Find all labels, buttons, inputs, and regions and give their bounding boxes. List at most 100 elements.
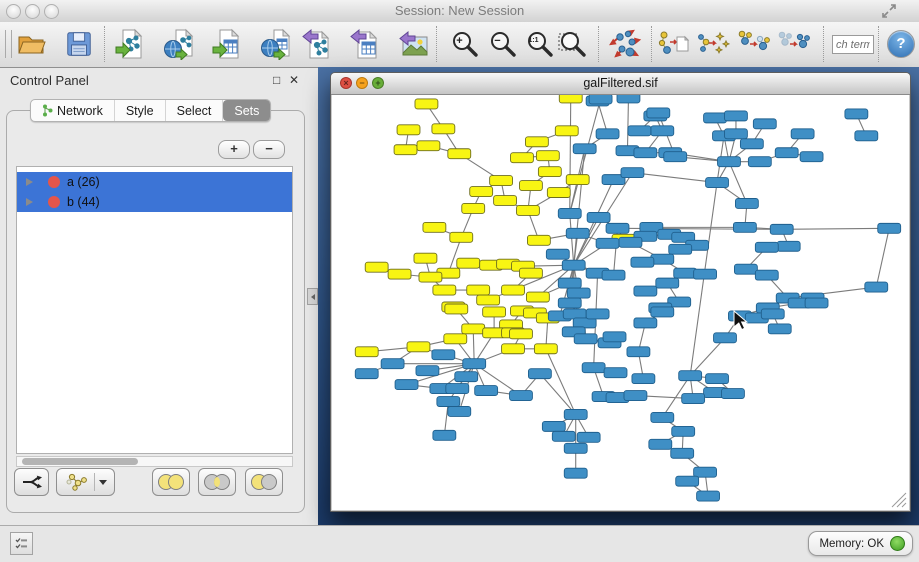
network-node[interactable] — [510, 329, 533, 339]
network-node[interactable] — [477, 295, 500, 305]
network-node[interactable] — [419, 272, 442, 282]
network-node[interactable] — [395, 380, 418, 390]
network-node[interactable] — [669, 244, 692, 254]
network-node[interactable] — [617, 95, 640, 103]
network-node[interactable] — [446, 384, 469, 394]
collapse-panel-handle[interactable] — [307, 288, 318, 305]
network-node[interactable] — [587, 212, 610, 222]
export-image-button[interactable] — [397, 27, 431, 61]
network-edge[interactable] — [540, 374, 576, 415]
network-node[interactable] — [564, 468, 587, 478]
zoom-fit-selected-button[interactable] — [556, 27, 590, 61]
network-node[interactable] — [562, 260, 585, 270]
network-node[interactable] — [694, 269, 717, 279]
network-node[interactable] — [624, 391, 647, 401]
network-node[interactable] — [734, 264, 757, 274]
neighbors-outgoing-button[interactable] — [736, 27, 770, 61]
network-node[interactable] — [573, 144, 596, 154]
network-node[interactable] — [800, 152, 823, 162]
network-node[interactable] — [694, 467, 717, 477]
network-node[interactable] — [855, 131, 878, 141]
union-sets-button[interactable] — [152, 468, 190, 496]
network-node[interactable] — [494, 196, 517, 206]
network-node[interactable] — [388, 269, 411, 279]
add-set-button[interactable]: + — [218, 140, 250, 159]
network-node[interactable] — [467, 285, 490, 295]
scrollbar-thumb[interactable] — [22, 458, 138, 465]
tab-network[interactable]: Network — [31, 100, 115, 121]
network-node[interactable] — [656, 278, 679, 288]
network-node[interactable] — [589, 95, 612, 104]
network-node[interactable] — [740, 139, 763, 149]
zoom-in-button[interactable]: + — [448, 27, 482, 61]
network-node[interactable] — [432, 350, 455, 360]
network-node[interactable] — [502, 285, 525, 295]
network-node[interactable] — [558, 298, 581, 308]
neighbors-incoming-button[interactable] — [776, 27, 810, 61]
network-node[interactable] — [770, 224, 793, 234]
split-set-button[interactable] — [14, 468, 49, 496]
network-node[interactable] — [457, 258, 480, 268]
import-network-web-button[interactable] — [163, 27, 197, 61]
network-node[interactable] — [564, 443, 587, 453]
network-node[interactable] — [433, 430, 456, 440]
export-table-button[interactable] — [349, 27, 383, 61]
network-node[interactable] — [722, 389, 745, 399]
dropdown-arrow-icon[interactable] — [99, 480, 107, 485]
network-node[interactable] — [706, 374, 729, 384]
import-table-file-button[interactable] — [211, 27, 245, 61]
network-node[interactable] — [355, 347, 378, 357]
resize-grip-icon[interactable] — [890, 491, 908, 509]
set-row-a[interactable]: a (26) — [17, 172, 292, 192]
network-node[interactable] — [547, 188, 570, 198]
network-node[interactable] — [445, 304, 468, 314]
network-edge[interactable] — [782, 228, 889, 229]
network-node[interactable] — [564, 409, 587, 419]
export-network-button[interactable] — [301, 27, 335, 61]
network-node[interactable] — [558, 208, 581, 218]
network-node[interactable] — [634, 318, 657, 328]
network-node[interactable] — [777, 241, 800, 251]
network-node[interactable] — [775, 148, 798, 158]
network-node[interactable] — [878, 223, 901, 233]
network-node[interactable] — [552, 431, 575, 441]
open-file-button[interactable] — [14, 27, 48, 61]
network-node[interactable] — [634, 286, 657, 296]
network-node[interactable] — [724, 111, 747, 121]
network-node[interactable] — [606, 223, 629, 233]
network-node[interactable] — [542, 421, 565, 431]
expand-arrow-icon[interactable] — [26, 198, 33, 206]
network-node[interactable] — [462, 203, 485, 213]
expand-arrow-icon[interactable] — [26, 178, 33, 186]
network-window-titlebar[interactable]: × − + galFiltered.sif — [331, 73, 910, 95]
network-node[interactable] — [651, 126, 674, 136]
network-node[interactable] — [577, 432, 600, 442]
network-node[interactable] — [748, 157, 771, 167]
network-node[interactable] — [455, 372, 478, 382]
network-node[interactable] — [596, 129, 619, 139]
network-edge[interactable] — [448, 364, 474, 402]
network-node[interactable] — [706, 178, 729, 188]
network-node[interactable] — [558, 278, 581, 288]
network-node[interactable] — [433, 285, 456, 295]
network-node[interactable] — [526, 292, 549, 302]
network-edge[interactable] — [632, 173, 717, 183]
network-node[interactable] — [768, 324, 791, 334]
zoom-out-button[interactable]: − — [486, 27, 520, 61]
network-edge[interactable] — [570, 99, 601, 213]
network-node[interactable] — [573, 318, 596, 328]
tab-select[interactable]: Select — [166, 100, 224, 121]
network-node[interactable] — [475, 386, 498, 396]
remove-set-button[interactable]: − — [253, 140, 285, 159]
network-node[interactable] — [566, 175, 589, 185]
save-session-button[interactable] — [62, 27, 96, 61]
network-node[interactable] — [603, 332, 626, 342]
network-node[interactable] — [432, 124, 455, 134]
create-set-from-network-button[interactable] — [56, 468, 115, 496]
toolbar-grip[interactable] — [5, 30, 12, 58]
network-node[interactable] — [517, 205, 540, 215]
network-node[interactable] — [444, 334, 467, 344]
fullscreen-icon[interactable] — [881, 3, 897, 19]
network-node[interactable] — [528, 369, 551, 379]
network-node[interactable] — [697, 491, 720, 501]
